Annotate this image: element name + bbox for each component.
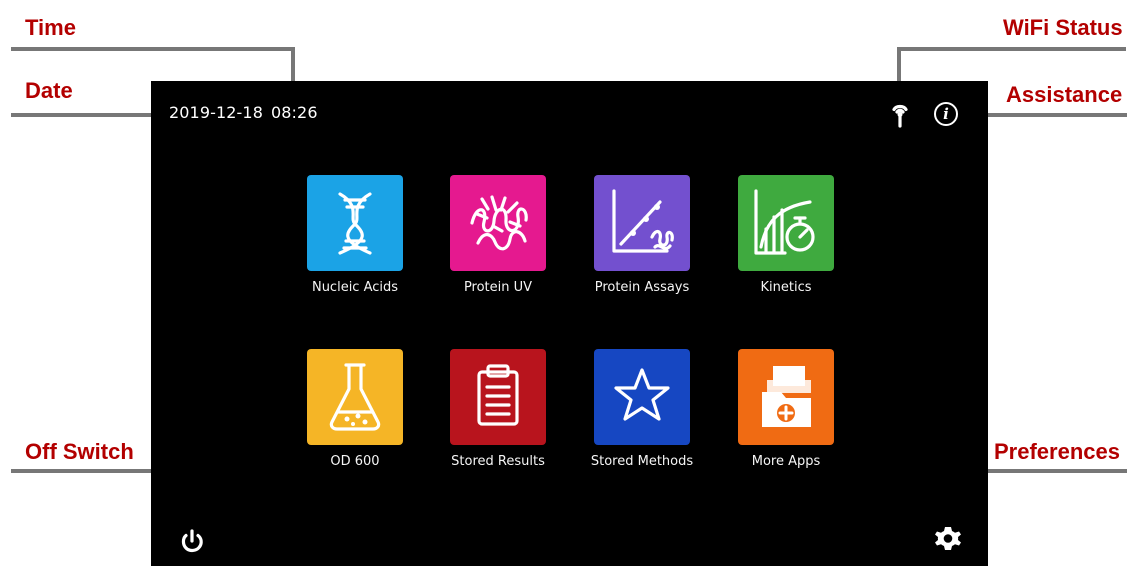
power-icon: [181, 529, 203, 553]
preferences-callout: Preferences: [994, 439, 1120, 464]
clipboard-icon: [477, 364, 519, 426]
protein-assays-tile[interactable]: [594, 175, 690, 271]
more-apps-tile[interactable]: [738, 349, 834, 445]
app-nucleic-acids[interactable]: Nucleic Acids: [295, 175, 415, 296]
kinetics-label: Kinetics: [760, 280, 812, 295]
more-apps-label: More Apps: [751, 454, 821, 469]
protein-uv-tile[interactable]: [450, 175, 546, 271]
app-od-600[interactable]: OD 600: [295, 349, 415, 470]
gear-icon: [935, 527, 961, 550]
stored-results-label: Stored Results: [451, 454, 545, 469]
preferences-button[interactable]: [931, 523, 965, 557]
app-more-apps[interactable]: More Apps: [726, 349, 846, 470]
folder-add-icon: [762, 366, 811, 427]
assistance-button[interactable]: i: [931, 99, 961, 129]
assistance-callout-line: [972, 113, 1127, 117]
app-kinetics[interactable]: Kinetics: [726, 175, 846, 296]
nucleic-acids-label: Nucleic Acids: [311, 280, 399, 295]
protein-assay-chart-icon: [612, 189, 674, 253]
annotated-device-screenshot: Time Date WiFi Status Assistance Off Swi…: [0, 0, 1135, 566]
time-callout-line-horizontal: [11, 47, 295, 51]
kinetics-timer-icon: [754, 189, 815, 255]
wifi-status-callout-line-horizontal: [897, 47, 1126, 51]
protein-uv-label: Protein UV: [463, 280, 533, 295]
time-callout: Time: [25, 15, 76, 40]
od-600-tile[interactable]: [307, 349, 403, 445]
date-time-display: 2019-12-18 08:26: [169, 103, 318, 122]
time-display: 08:26: [270, 103, 318, 122]
app-protein-uv[interactable]: Protein UV: [438, 175, 558, 296]
od-600-label: OD 600: [330, 454, 380, 469]
stored-methods-tile[interactable]: [594, 349, 690, 445]
kinetics-tile[interactable]: [738, 175, 834, 271]
stored-results-tile[interactable]: [450, 349, 546, 445]
wifi-status-callout: WiFi Status: [1003, 15, 1123, 40]
star-icon: [614, 368, 670, 421]
protein-structure-icon: [470, 195, 528, 251]
off-switch-button[interactable]: [177, 526, 207, 556]
info-icon: i: [934, 102, 958, 126]
dna-icon: [338, 192, 372, 255]
date-display: 2019-12-18: [169, 103, 263, 122]
date-callout-line: [11, 113, 166, 117]
nucleic-acids-tile[interactable]: [307, 175, 403, 271]
date-callout: Date: [25, 78, 73, 103]
app-stored-results[interactable]: Stored Results: [438, 349, 558, 470]
app-stored-methods[interactable]: Stored Methods: [582, 349, 702, 470]
protein-assays-label: Protein Assays: [594, 280, 690, 295]
stored-methods-label: Stored Methods: [590, 454, 694, 469]
flask-icon: [329, 363, 381, 431]
assistance-callout: Assistance: [1006, 82, 1123, 107]
off-switch-callout: Off Switch: [25, 439, 134, 464]
app-protein-assays[interactable]: Protein Assays: [582, 175, 702, 296]
instrument-touchscreen: 2019-12-18 08:26 i Nucleic Acids Protein…: [151, 81, 988, 566]
wifi-status-icon[interactable]: [885, 99, 915, 129]
